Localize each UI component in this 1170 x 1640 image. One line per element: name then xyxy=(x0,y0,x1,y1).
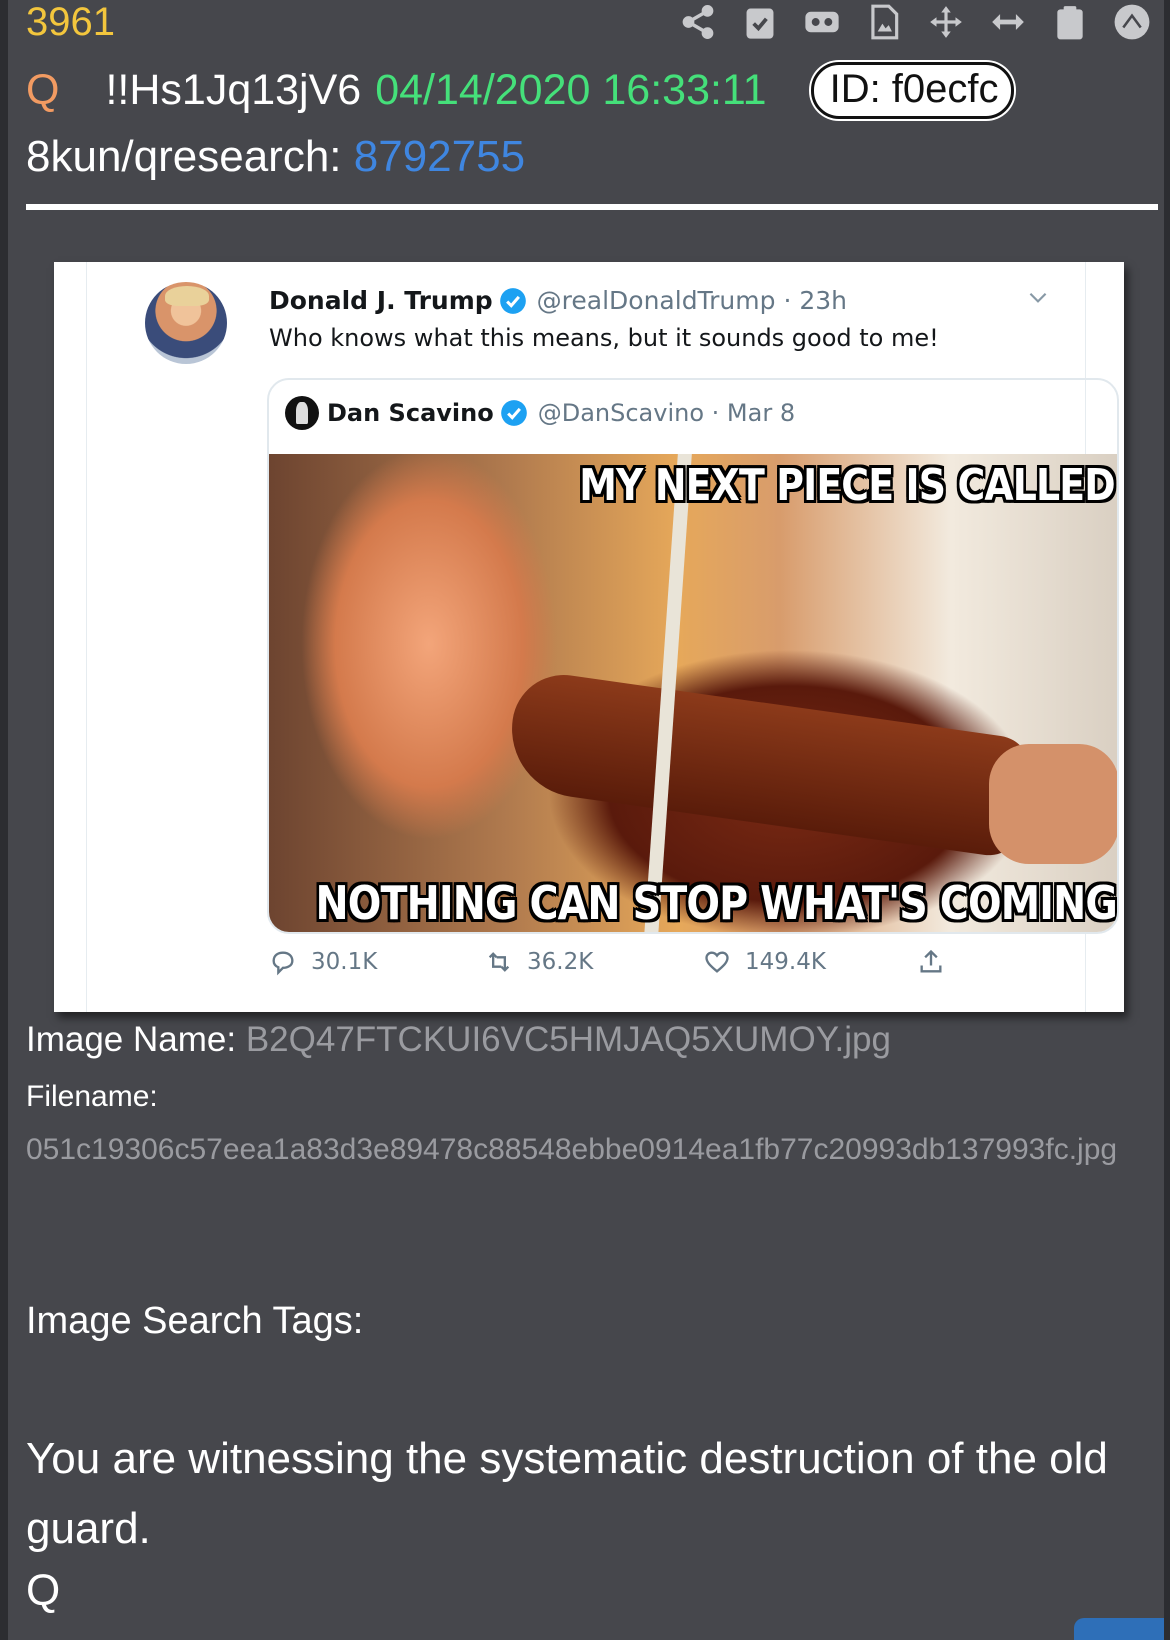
retweet-icon xyxy=(488,952,510,972)
thread-link[interactable]: 8792755 xyxy=(354,132,525,181)
quoted-tweet: Dan Scavino @DanScavino · Mar 8 MY NEXT … xyxy=(267,378,1119,934)
quoted-author-handle: @DanScavino · Mar 8 xyxy=(537,399,796,427)
meme-violin xyxy=(503,668,1035,860)
tripcode: !!Hs1Jq13jV6 xyxy=(105,66,362,114)
header-divider xyxy=(26,204,1158,210)
meme-bottom-caption: NOTHING CAN STOP WHAT'S COMING xyxy=(315,876,1117,930)
verified-badge-icon xyxy=(499,287,526,314)
post-toolbar xyxy=(678,0,1152,44)
board-reference: 8kun/qresearch: 8792755 xyxy=(26,132,525,182)
clipboard-icon[interactable] xyxy=(1050,2,1090,42)
move-arrows-icon[interactable] xyxy=(926,2,966,42)
q-post: 3961 Q !!Hs1Jq13jV6 04/14/2020 16:33:11 xyxy=(8,0,1164,1640)
tweet-body: Donald J. Trump @realDonaldTrump · 23h W… xyxy=(86,262,1119,1012)
clipboard-check-icon[interactable] xyxy=(740,2,780,42)
post-message: You are witnessing the systematic destru… xyxy=(26,1434,1108,1553)
upload-share-icon xyxy=(920,949,942,973)
meme-hand xyxy=(989,744,1117,864)
reply-action: 30.1K xyxy=(269,948,377,976)
tweet-author-handle: @realDonaldTrump · 23h xyxy=(536,286,847,315)
poster-id-badge[interactable]: ID: f0ecfc xyxy=(810,62,1014,119)
heart-icon xyxy=(705,951,729,973)
horizontal-arrows-icon[interactable] xyxy=(988,2,1028,42)
retweet-action: 36.2K xyxy=(485,948,593,976)
share-icon[interactable] xyxy=(678,2,718,42)
like-action: 149.4K xyxy=(703,948,826,976)
tweet-actions: 30.1K 36.2K 149.4K xyxy=(269,948,969,988)
filename-label: Filename: xyxy=(26,1080,158,1113)
reply-icon xyxy=(272,951,294,976)
filename-value[interactable]: 051c19306c57eea1a83d3e89478c88548ebbe091… xyxy=(26,1126,1146,1174)
quoted-tweet-header: Dan Scavino @DanScavino · Mar 8 xyxy=(285,396,795,430)
verified-badge-icon xyxy=(500,400,527,426)
image-name-row: Image Name: B2Q47FTCKUI6VC5HMJAQ5XUMOY.j… xyxy=(26,1020,891,1060)
trump-avatar xyxy=(145,282,227,364)
like-count: 149.4K xyxy=(745,949,826,975)
quoted-author-name: Dan Scavino xyxy=(327,399,494,427)
tweet-screenshot[interactable]: Donald J. Trump @realDonaldTrump · 23h W… xyxy=(54,262,1124,1012)
image-file-icon[interactable] xyxy=(864,2,904,42)
caret-up-icon[interactable] xyxy=(1112,2,1152,42)
board-name: 8kun/qresearch: xyxy=(26,132,342,181)
reply-count: 30.1K xyxy=(311,949,378,975)
post-header: Q !!Hs1Jq13jV6 04/14/2020 16:33:11 ID: f… xyxy=(26,62,1014,119)
violin-meme-image: MY NEXT PIECE IS CALLED NOTHING CAN STOP… xyxy=(269,454,1117,932)
image-search-tags-label: Image Search Tags: xyxy=(26,1300,364,1342)
scavino-avatar xyxy=(285,396,319,430)
vr-headset-icon[interactable] xyxy=(802,2,842,42)
post-number[interactable]: 3961 xyxy=(26,0,115,45)
image-name-value[interactable]: B2Q47FTCKUI6VC5HMJAQ5XUMOY.jpg xyxy=(246,1020,891,1059)
corner-tab[interactable] xyxy=(1074,1618,1164,1640)
post-signature: Q xyxy=(26,1566,61,1615)
share-action xyxy=(917,948,945,976)
poster-name: Q xyxy=(26,66,60,114)
tweet-author-name: Donald J. Trump xyxy=(269,286,493,315)
image-name-label: Image Name: xyxy=(26,1020,237,1059)
tweet-header: Donald J. Trump @realDonaldTrump · 23h xyxy=(269,286,847,315)
post-timestamp: 04/14/2020 16:33:11 xyxy=(375,66,767,114)
tweet-text: Who knows what this means, but it sounds… xyxy=(269,324,939,352)
meme-top-caption: MY NEXT PIECE IS CALLED xyxy=(579,460,1115,511)
retweet-count: 36.2K xyxy=(527,949,594,975)
chevron-down-icon xyxy=(1029,292,1047,303)
